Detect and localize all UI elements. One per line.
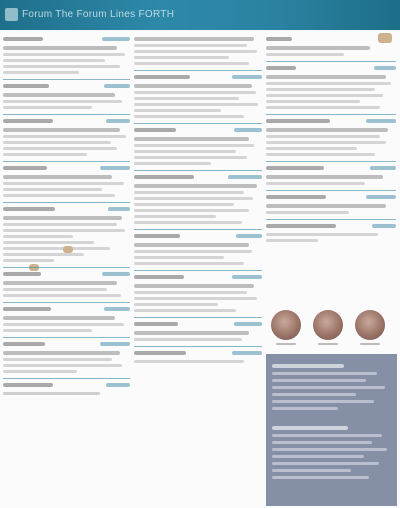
article-item[interactable] <box>134 74 262 118</box>
article-item[interactable] <box>266 33 396 56</box>
person-photo[interactable] <box>271 310 301 340</box>
divider <box>134 170 262 171</box>
article-item[interactable] <box>3 271 130 297</box>
masthead-banner: Forum The Forum Lines FORTH <box>0 0 400 30</box>
divider <box>134 270 262 271</box>
divider <box>134 229 262 230</box>
article-item[interactable] <box>3 83 130 109</box>
divider <box>134 70 262 71</box>
right-column <box>266 33 396 247</box>
middle-column <box>134 34 262 368</box>
article-item[interactable] <box>134 127 262 165</box>
divider <box>266 161 396 162</box>
article-item[interactable] <box>3 206 130 272</box>
divider <box>3 378 130 379</box>
person-caption <box>360 343 380 345</box>
divider <box>266 190 396 191</box>
article-item[interactable] <box>266 118 396 156</box>
divider <box>3 79 130 80</box>
divider <box>134 123 262 124</box>
site-logo-icon[interactable] <box>5 8 18 21</box>
article-item[interactable] <box>134 174 262 224</box>
article-item[interactable] <box>134 350 262 363</box>
article-item[interactable] <box>3 165 130 197</box>
left-column <box>3 34 130 400</box>
divider <box>3 161 130 162</box>
thumbnail-icon <box>63 246 73 254</box>
divider <box>3 337 130 338</box>
divider <box>3 114 130 115</box>
person-photo[interactable] <box>355 310 385 340</box>
sidebar-info-box <box>266 354 397 506</box>
divider <box>266 219 396 220</box>
divider <box>3 302 130 303</box>
article-item[interactable] <box>134 274 262 312</box>
article-item[interactable] <box>266 194 396 214</box>
site-title[interactable]: Forum The Forum Lines FORTH <box>22 8 174 21</box>
article-item[interactable] <box>134 37 262 65</box>
article-item[interactable] <box>266 165 396 185</box>
article-item[interactable] <box>3 118 130 156</box>
divider <box>266 61 396 62</box>
person-caption <box>276 343 296 345</box>
article-item[interactable] <box>3 36 130 74</box>
article-item[interactable] <box>3 341 130 373</box>
divider <box>134 317 262 318</box>
divider <box>266 114 396 115</box>
people-gallery <box>266 310 396 346</box>
article-item[interactable] <box>266 223 396 242</box>
person-caption <box>318 343 338 345</box>
thumbnail-icon <box>378 33 392 43</box>
divider <box>3 267 130 268</box>
divider <box>134 346 262 347</box>
article-item[interactable] <box>3 382 130 395</box>
article-item[interactable] <box>134 321 262 341</box>
article-item[interactable] <box>134 233 262 265</box>
divider <box>3 202 130 203</box>
article-item[interactable] <box>3 306 130 332</box>
person-photo[interactable] <box>313 310 343 340</box>
article-item[interactable] <box>266 65 396 109</box>
